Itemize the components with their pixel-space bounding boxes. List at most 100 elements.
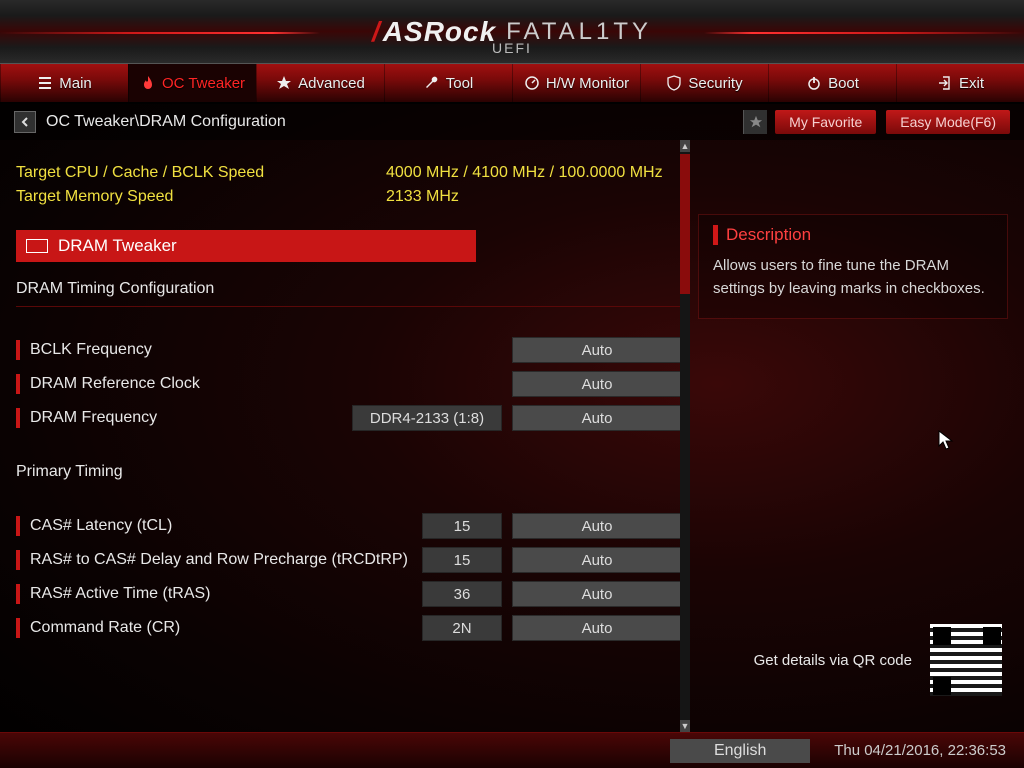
clock: Thu 04/21/2016, 22:36:53: [834, 742, 1006, 759]
tab-label: Main: [59, 75, 92, 92]
auto-button[interactable]: Auto: [512, 513, 682, 539]
tab-oc-tweaker[interactable]: OC Tweaker: [128, 64, 256, 102]
brand-uefi: UEFI: [492, 40, 532, 56]
footer-bar: English Thu 04/21/2016, 22:36:53: [0, 732, 1024, 768]
setting-command-rate[interactable]: Command Rate (CR) 2N Auto: [16, 611, 682, 645]
scroll-down-arrow[interactable]: ▼: [680, 720, 690, 732]
value-box[interactable]: DDR4-2133 (1:8): [352, 405, 502, 431]
auto-label: Auto: [582, 410, 613, 427]
auto-label: Auto: [582, 552, 613, 569]
marker-icon: [16, 618, 20, 638]
info-pane: Description Allows users to fine tune th…: [690, 140, 1024, 732]
tab-tool[interactable]: Tool: [384, 64, 512, 102]
value-box[interactable]: 2N: [422, 615, 502, 641]
tab-label: Exit: [959, 75, 984, 92]
tab-security[interactable]: Security: [640, 64, 768, 102]
auto-button[interactable]: Auto: [512, 581, 682, 607]
dram-tweaker-item[interactable]: DRAM Tweaker: [16, 230, 476, 262]
language-select[interactable]: English: [670, 739, 810, 763]
value-text: 36: [454, 586, 471, 603]
divider: [16, 306, 682, 307]
marker-icon: [16, 516, 20, 536]
logo-bar: ASRock FATAL1TY UEFI: [0, 0, 1024, 64]
setting-label: RAS# to CAS# Delay and Row Precharge (tR…: [30, 551, 422, 569]
scroll-up-arrow[interactable]: ▲: [680, 140, 690, 152]
setting-bclk-frequency[interactable]: BCLK Frequency Auto: [16, 333, 682, 367]
setting-label: RAS# Active Time (tRAS): [30, 585, 422, 603]
value-box[interactable]: 15: [422, 513, 502, 539]
scrollbar[interactable]: ▲ ▼: [680, 140, 690, 732]
scroll-thumb[interactable]: [680, 154, 690, 294]
tab-label: Boot: [828, 75, 859, 92]
setting-label: CAS# Latency (tCL): [30, 517, 422, 535]
setting-dram-reference-clock[interactable]: DRAM Reference Clock Auto: [16, 367, 682, 401]
tab-advanced[interactable]: Advanced: [256, 64, 384, 102]
tab-label: Advanced: [298, 75, 365, 92]
target-cpu-value: 4000 MHz / 4100 MHz / 100.0000 MHz: [386, 164, 663, 182]
brand-asrock: ASRock: [372, 16, 496, 48]
auto-label: Auto: [582, 586, 613, 603]
target-memory-value: 2133 MHz: [386, 188, 459, 206]
setting-tras[interactable]: RAS# Active Time (tRAS) 36 Auto: [16, 577, 682, 611]
marker-icon: [16, 340, 20, 360]
button-label: Easy Mode(F6): [900, 114, 996, 130]
wrench-icon: [424, 75, 440, 91]
tab-label: Tool: [446, 75, 474, 92]
marker-icon: [16, 408, 20, 428]
auto-button[interactable]: Auto: [512, 371, 682, 397]
setting-trcdtrp[interactable]: RAS# to CAS# Delay and Row Precharge (tR…: [16, 543, 682, 577]
auto-button[interactable]: Auto: [512, 337, 682, 363]
target-memory-row: Target Memory Speed 2133 MHz: [16, 188, 682, 206]
qr-section: Get details via QR code: [754, 624, 1002, 696]
settings-pane: Target CPU / Cache / BCLK Speed 4000 MHz…: [0, 140, 690, 732]
auto-button[interactable]: Auto: [512, 547, 682, 573]
value-text: 15: [454, 552, 471, 569]
tab-label: Security: [688, 75, 742, 92]
value-box[interactable]: 36: [422, 581, 502, 607]
auto-button[interactable]: Auto: [512, 615, 682, 641]
setting-dram-frequency[interactable]: DRAM Frequency DDR4-2133 (1:8) Auto: [16, 401, 682, 435]
auto-label: Auto: [582, 620, 613, 637]
main-area: Target CPU / Cache / BCLK Speed 4000 MHz…: [0, 140, 1024, 732]
setting-label: Command Rate (CR): [30, 619, 422, 637]
value-box[interactable]: 15: [422, 547, 502, 573]
my-favorite-button[interactable]: My Favorite: [775, 110, 876, 134]
setting-label: DRAM Reference Clock: [30, 375, 512, 393]
target-memory-label: Target Memory Speed: [16, 188, 386, 206]
shield-icon: [666, 75, 682, 91]
value-text: 2N: [452, 620, 471, 637]
tab-hw-monitor[interactable]: H/W Monitor: [512, 64, 640, 102]
breadcrumb-row: OC Tweaker\DRAM Configuration My Favorit…: [0, 104, 1024, 140]
setting-label: DRAM Frequency: [30, 409, 352, 427]
back-button[interactable]: [14, 111, 36, 133]
tab-bar: Main OC Tweaker Advanced Tool H/W Monito…: [0, 64, 1024, 104]
marker-icon: [16, 550, 20, 570]
star-icon: [276, 75, 292, 91]
dram-tweaker-label: DRAM Tweaker: [58, 236, 177, 256]
star-icon: [749, 115, 763, 129]
setting-tcl[interactable]: CAS# Latency (tCL) 15 Auto: [16, 509, 682, 543]
list-icon: [37, 75, 53, 91]
target-cpu-label: Target CPU / Cache / BCLK Speed: [16, 164, 386, 182]
section-dram-timing: DRAM Timing Configuration: [16, 280, 682, 298]
breadcrumb: OC Tweaker\DRAM Configuration: [46, 113, 286, 131]
marker-icon: [16, 374, 20, 394]
value-text: DDR4-2133 (1:8): [370, 410, 484, 427]
easy-mode-button[interactable]: Easy Mode(F6): [886, 110, 1010, 134]
auto-label: Auto: [582, 518, 613, 535]
qr-caption: Get details via QR code: [754, 652, 912, 669]
marker-icon: [713, 225, 718, 245]
tab-main[interactable]: Main: [0, 64, 128, 102]
tab-exit[interactable]: Exit: [896, 64, 1024, 102]
auto-button[interactable]: Auto: [512, 405, 682, 431]
tab-boot[interactable]: Boot: [768, 64, 896, 102]
tab-label: OC Tweaker: [162, 75, 245, 92]
gauge-icon: [524, 75, 540, 91]
favorite-star-button[interactable]: [743, 110, 767, 134]
target-cpu-row: Target CPU / Cache / BCLK Speed 4000 MHz…: [16, 164, 682, 182]
section-primary-timing: Primary Timing: [16, 463, 682, 481]
setting-label: BCLK Frequency: [30, 341, 512, 359]
auto-label: Auto: [582, 376, 613, 393]
description-text: Allows users to fine tune the DRAM setti…: [713, 255, 993, 300]
language-label: English: [714, 742, 766, 760]
